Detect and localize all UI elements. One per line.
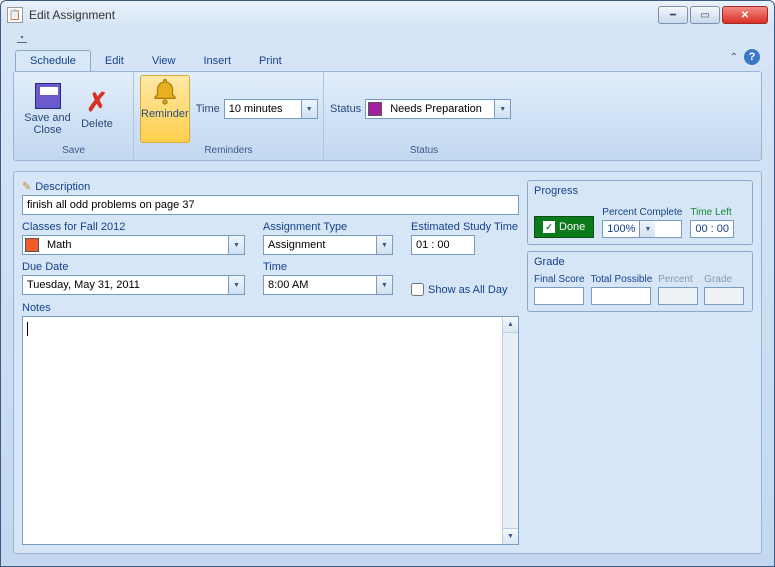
reminder-button[interactable]: Reminder bbox=[140, 75, 190, 143]
type-value: Assignment bbox=[264, 236, 376, 254]
scrollbar[interactable]: ▲ ▼ bbox=[502, 317, 518, 544]
progress-title: Progress bbox=[534, 185, 746, 197]
class-combo[interactable]: Math ▼ bbox=[22, 235, 245, 255]
reminder-label: Reminder bbox=[141, 108, 189, 120]
reminder-time-value: 10 minutes bbox=[225, 100, 301, 118]
reminder-time-combo[interactable]: 10 minutes ▼ bbox=[224, 99, 318, 119]
window: 📋 Edit Assignment ━ ▭ ✕ ▾ Schedule Edit … bbox=[0, 0, 775, 567]
due-date-combo[interactable]: Tuesday, May 31, 2011 ▼ bbox=[22, 275, 245, 295]
left-column: ✎ Description Classes for Fall 2012 Math… bbox=[22, 180, 519, 545]
est-time-value: 01 : 00 bbox=[412, 236, 462, 254]
description-input[interactable] bbox=[22, 195, 519, 215]
description-label: ✎ Description bbox=[22, 180, 519, 193]
grade-title: Grade bbox=[534, 256, 746, 268]
check-icon: ✓ bbox=[543, 221, 555, 233]
save-icon bbox=[35, 83, 61, 109]
total-possible-input[interactable] bbox=[591, 287, 651, 305]
chevron-down-icon[interactable]: ▼ bbox=[376, 236, 392, 254]
total-possible-label: Total Possible bbox=[591, 274, 653, 285]
final-score-input[interactable] bbox=[534, 287, 584, 305]
chevron-down-icon[interactable]: ▼ bbox=[228, 276, 244, 294]
ribbon-group-save: Save and Close ✗ Delete Save bbox=[14, 72, 134, 160]
delete-icon: ✗ bbox=[86, 87, 108, 118]
chevron-down-icon[interactable]: ▼ bbox=[301, 100, 317, 118]
notes-label: Notes bbox=[22, 302, 519, 314]
maximize-button[interactable]: ▭ bbox=[690, 6, 720, 24]
grade-group: Grade Final Score Total Possible Percent bbox=[527, 251, 753, 312]
tab-schedule[interactable]: Schedule bbox=[15, 50, 91, 71]
quick-access-toolbar: ▾ bbox=[1, 29, 774, 47]
save-and-close-button[interactable]: Save and Close bbox=[20, 80, 75, 138]
percent-label: Percent bbox=[658, 274, 698, 285]
chevron-down-icon[interactable]: ▼ bbox=[228, 236, 244, 254]
notes-textarea[interactable]: ▲ ▼ bbox=[22, 316, 519, 545]
minimize-button[interactable]: ━ bbox=[658, 6, 688, 24]
all-day-label: Show as All Day bbox=[428, 284, 507, 296]
chevron-down-icon[interactable]: ▼ bbox=[376, 276, 392, 294]
right-column: Progress ✓ Done Percent Complete 100% bbox=[527, 180, 753, 545]
time-value: 8:00 AM bbox=[264, 276, 376, 294]
status-combo[interactable]: Needs Preparation ▼ bbox=[365, 99, 511, 119]
time-left-value: 00 : 00 bbox=[690, 220, 734, 238]
ribbon-group-status-label: Status bbox=[330, 144, 518, 160]
due-date-label: Due Date bbox=[22, 261, 245, 273]
tab-view[interactable]: View bbox=[138, 51, 190, 71]
help-button[interactable]: ? bbox=[744, 49, 760, 65]
class-color-swatch bbox=[25, 238, 39, 252]
pencil-icon: ✎ bbox=[22, 180, 31, 193]
window-title: Edit Assignment bbox=[29, 8, 656, 22]
percent-complete-combo[interactable]: 100% ▼ bbox=[602, 220, 682, 238]
grade-label: Grade bbox=[704, 274, 744, 285]
class-value: Math bbox=[43, 236, 228, 254]
ribbon: Save and Close ✗ Delete Save Reminder Ti bbox=[13, 71, 762, 161]
tab-insert[interactable]: Insert bbox=[190, 51, 246, 71]
app-icon: 📋 bbox=[7, 7, 23, 23]
chevron-down-icon[interactable]: ▼ bbox=[639, 221, 655, 237]
ribbon-tabs: Schedule Edit View Insert Print ⌃ ? bbox=[1, 47, 774, 71]
time-left-label: Time Left bbox=[690, 207, 734, 218]
tab-edit[interactable]: Edit bbox=[91, 51, 138, 71]
notes-section: Notes ▲ ▼ bbox=[22, 302, 519, 545]
close-button[interactable]: ✕ bbox=[722, 6, 768, 24]
done-label: Done bbox=[559, 221, 585, 233]
final-score-label: Final Score bbox=[534, 274, 585, 285]
scroll-down-button[interactable]: ▼ bbox=[503, 528, 518, 544]
collapse-ribbon-button[interactable]: ⌃ bbox=[730, 52, 738, 63]
type-combo[interactable]: Assignment ▼ bbox=[263, 235, 393, 255]
grade-output bbox=[704, 287, 744, 305]
form-body: ✎ Description Classes for Fall 2012 Math… bbox=[13, 171, 762, 554]
time-label: Time bbox=[263, 261, 393, 273]
delete-label: Delete bbox=[81, 118, 113, 130]
reminder-time-label: Time bbox=[196, 103, 220, 115]
scroll-up-button[interactable]: ▲ bbox=[503, 317, 518, 333]
due-date-value: Tuesday, May 31, 2011 bbox=[23, 276, 228, 294]
percent-complete-label: Percent Complete bbox=[602, 207, 682, 218]
delete-button[interactable]: ✗ Delete bbox=[75, 86, 119, 132]
chevron-down-icon[interactable]: ▼ bbox=[494, 100, 510, 118]
qat-dropdown[interactable]: ▾ bbox=[17, 33, 27, 43]
status-value: Needs Preparation bbox=[386, 100, 494, 118]
class-label: Classes for Fall 2012 bbox=[22, 221, 245, 233]
ribbon-group-save-label: Save bbox=[20, 144, 127, 160]
status-color-swatch bbox=[368, 102, 382, 116]
all-day-checkbox[interactable] bbox=[411, 283, 424, 296]
save-and-close-label: Save and Close bbox=[20, 112, 75, 136]
est-time-input[interactable]: 01 : 00 bbox=[411, 235, 475, 255]
ribbon-group-reminders-label: Reminders bbox=[140, 144, 317, 160]
status-label: Status bbox=[330, 103, 361, 115]
text-cursor bbox=[27, 322, 28, 336]
done-button[interactable]: ✓ Done bbox=[534, 216, 594, 238]
ribbon-group-status: Status Needs Preparation ▼ Status bbox=[324, 72, 524, 160]
percent-complete-value: 100% bbox=[603, 221, 639, 237]
ribbon-group-reminders: Reminder Time 10 minutes ▼ Reminders bbox=[134, 72, 324, 160]
bell-icon bbox=[150, 78, 180, 106]
titlebar: 📋 Edit Assignment ━ ▭ ✕ bbox=[1, 1, 774, 29]
tab-print[interactable]: Print bbox=[245, 51, 296, 71]
type-label: Assignment Type bbox=[263, 221, 393, 233]
percent-output bbox=[658, 287, 698, 305]
progress-group: Progress ✓ Done Percent Complete 100% bbox=[527, 180, 753, 245]
est-label: Estimated Study Time bbox=[411, 221, 519, 233]
window-buttons: ━ ▭ ✕ bbox=[656, 6, 768, 24]
time-combo[interactable]: 8:00 AM ▼ bbox=[263, 275, 393, 295]
